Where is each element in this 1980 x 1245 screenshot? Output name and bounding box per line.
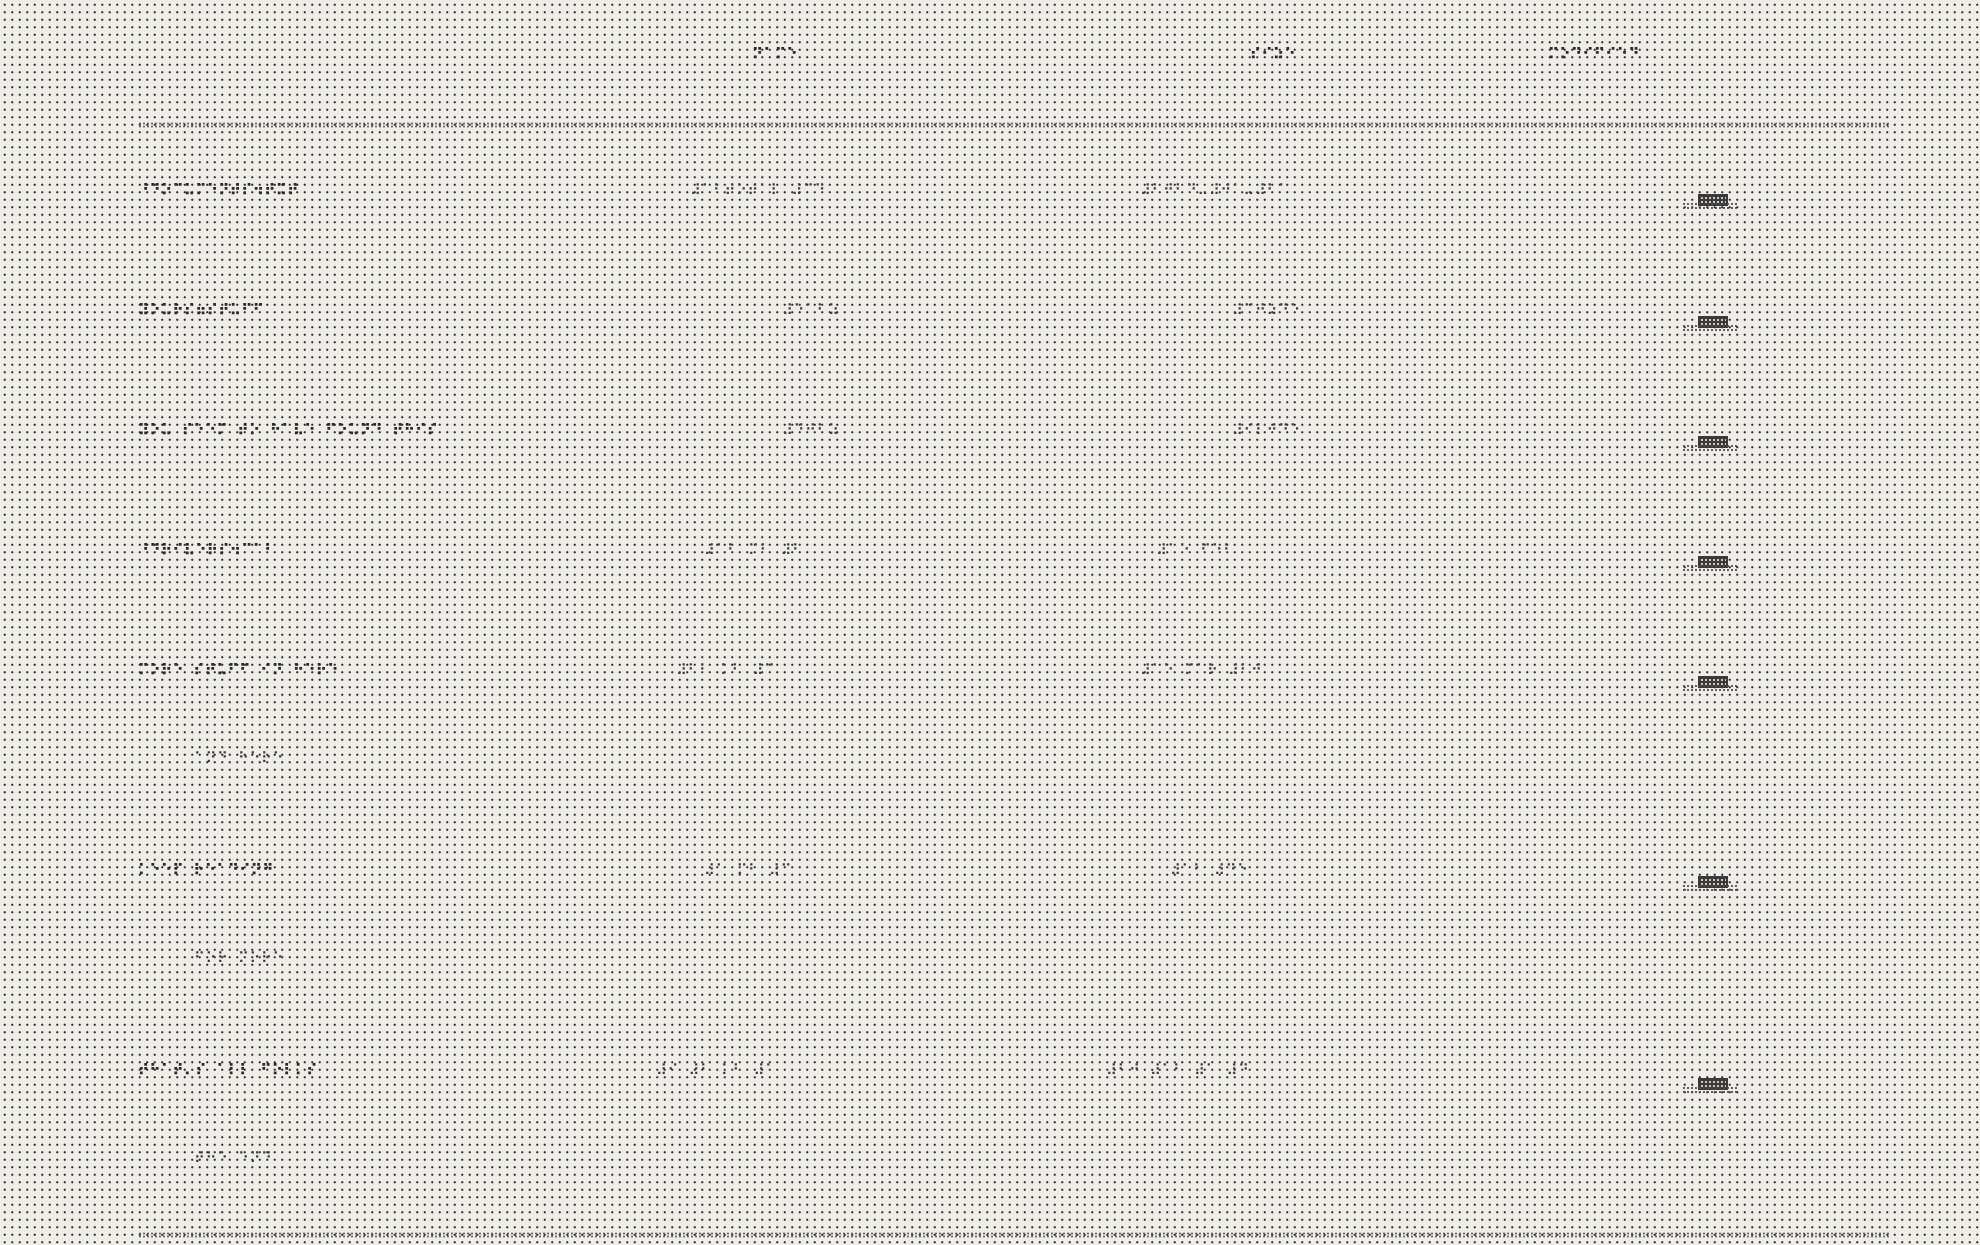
file-size: ⠼⠁ ⠍⠃ ⠼⠉ (704, 861, 792, 879)
file-name-continued: ⠋⠕⠗ ⠍⠕⠗⠑ (194, 949, 284, 967)
status-indicator-icon (1682, 552, 1738, 574)
file-name: ⠍⠕⠗⠑ ⠎⠞⠥⠋⠋ ⠊⠝ ⠓⠑⠗⠑ (138, 661, 339, 679)
file-date: ⠼⠊⠇⠚⠙⠑ (1232, 421, 1301, 439)
file-size: ⠼⠊ ⠼⠃ ⠅⠃ ⠼⠁ (656, 1061, 777, 1079)
file-name: ⠽⠕⠥⠗⠎⠶⠎⠞⠥⠋⠋ (138, 301, 265, 319)
file-size: ⠼⠑⠁⠃⠵ (782, 301, 840, 319)
column-header-name[interactable]: ⠝⠁⠍⠑ (752, 47, 798, 62)
file-size: ⠼⠁⠃⠞⠕⠞⠁⠇ ⠼⠉⠙ (690, 181, 826, 199)
column-header-modified[interactable]: ⠍⠕⠙⠊⠋⠊⠑⠙ (1548, 47, 1640, 62)
file-date: ⠼⠁⠑ ⠍⠁⠗ ⠼⠃⠚ (1140, 661, 1263, 679)
file-date: ⠼⠁⠃ ⠼⠙⠑ (1170, 861, 1249, 879)
status-indicator-icon (1682, 312, 1738, 334)
file-name: ⠽⠕⠥ ⠎⠑⠑⠍ ⠞⠕ ⠓⠁⠧⠑ ⠋⠕⠥⠝⠙ ⠞⠓⠊⠎ (138, 421, 439, 439)
file-name: ⠞⠓⠁⠞⠄⠎ ⠁⠇⠇ ⠋⠕⠇⠅⠎ (138, 1061, 318, 1079)
braille-file-listing: ⠝⠁⠍⠑ ⠎⠊⠵⠑ ⠍⠕⠙⠊⠋⠊⠑⠙ ⠘⠙⠕⠉⠥⠍⠑⠝⠞⠎⠲⠞⠭⠞ ⠼⠁⠃⠞⠕⠞… (0, 0, 1980, 1245)
file-date: ⠼⠃⠚⠃⠙⠤⠼⠚⠁⠤⠼⠃⠁ (1140, 181, 1290, 199)
file-date: ⠼⠉⠚⠵⠙⠑ (1232, 301, 1301, 319)
file-name-continued: ⠞⠓⠑ ⠑⠝⠙ (194, 1149, 273, 1167)
file-date: ⠼⠃⠚ ⠼⠁⠃ ⠼⠁ ⠼⠙ (1106, 1061, 1250, 1079)
footer-divider (138, 1232, 1890, 1238)
status-indicator-icon (1682, 672, 1738, 694)
file-name-continued: ⠁⠝⠙ ⠓⠑⠗⠑ (194, 749, 284, 767)
file-name: ⠅⠑⠑⠏ ⠗⠑⠁⠙⠊⠝⠛ (138, 861, 274, 879)
file-date: ⠼⠁⠑ ⠋⠑⠃ (1156, 541, 1235, 559)
file-name: ⠘⠙⠗⠊⠧⠑⠗⠎⠲⠉⠁⠃ (138, 541, 276, 559)
status-indicator-icon (1682, 872, 1738, 894)
header-divider (138, 122, 1890, 128)
file-name: ⠘⠙⠕⠉⠥⠍⠑⠝⠞⠎⠲⠞⠭⠞ (138, 181, 299, 199)
status-indicator-icon (1682, 190, 1738, 212)
file-size: ⠼⠙⠚⠃⠵ (782, 421, 840, 439)
file-size: ⠼⠃⠃ ⠅⠃ ⠼⠉ (676, 661, 776, 679)
column-header-size[interactable]: ⠎⠊⠵⠑ (1250, 47, 1296, 62)
status-indicator-icon (1682, 432, 1738, 454)
status-indicator-icon (1682, 1074, 1738, 1096)
file-size: ⠼⠁⠃ ⠍⠃ ⠼⠃ (704, 541, 804, 559)
